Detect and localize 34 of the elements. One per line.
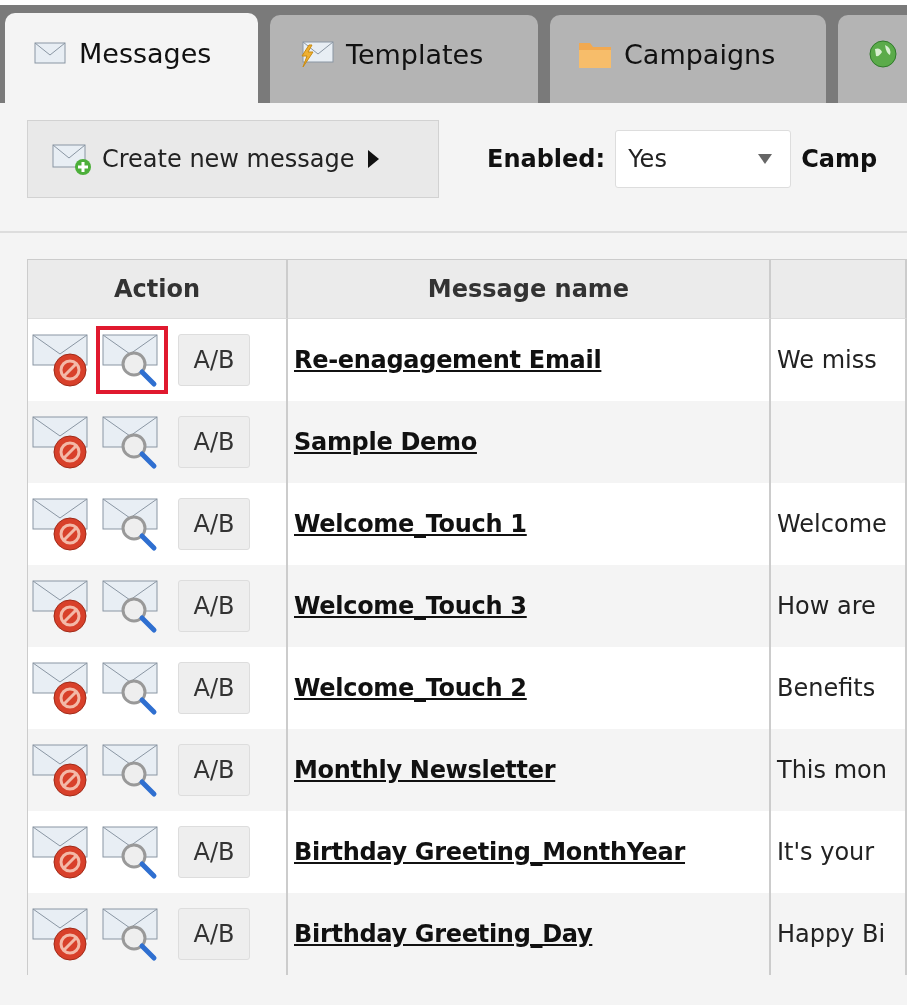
message-name-link[interactable]: Birthday Greeting_MonthYear bbox=[294, 838, 685, 866]
table-cell: This mon bbox=[771, 729, 907, 811]
caret-icon bbox=[368, 150, 380, 168]
envelope-icon bbox=[33, 40, 67, 66]
preview-message-button[interactable] bbox=[96, 326, 168, 394]
tab[interactable]: Templates bbox=[270, 15, 538, 103]
ab-test-button[interactable]: A/B bbox=[178, 826, 250, 878]
ab-test-button[interactable]: A/B bbox=[178, 416, 250, 468]
ab-test-button[interactable]: A/B bbox=[178, 498, 250, 550]
tab[interactable]: Messages bbox=[5, 13, 258, 103]
create-message-button[interactable]: Create new message bbox=[27, 120, 439, 198]
column-header: Message name bbox=[288, 259, 771, 319]
table-cell: How are bbox=[771, 565, 907, 647]
message-name-link[interactable]: Re-enagagement Email bbox=[294, 346, 602, 374]
envelope-plus-icon bbox=[52, 142, 92, 176]
tab[interactable]: Campaigns bbox=[550, 15, 826, 103]
dropdown-arrow-icon bbox=[758, 154, 773, 164]
ab-test-button[interactable]: A/B bbox=[178, 908, 250, 960]
ab-test-button[interactable]: A/B bbox=[178, 334, 250, 386]
globe-icon bbox=[868, 39, 898, 69]
message-name-link[interactable]: Welcome_Touch 1 bbox=[294, 510, 527, 538]
filter-label: Camp bbox=[801, 145, 878, 173]
column-header: Action bbox=[28, 259, 288, 319]
ab-test-button[interactable]: A/B bbox=[178, 744, 250, 796]
ab-test-button[interactable]: A/B bbox=[178, 580, 250, 632]
filter-label: Enabled: bbox=[487, 145, 606, 173]
lightning-envelope-icon bbox=[298, 39, 334, 69]
message-name-link[interactable]: Welcome_Touch 3 bbox=[294, 592, 527, 620]
message-name-link[interactable]: Welcome_Touch 2 bbox=[294, 674, 527, 702]
message-name-link[interactable]: Sample Demo bbox=[294, 428, 477, 456]
table-cell: Happy Bi bbox=[771, 893, 907, 975]
enabled-dropdown[interactable]: Yes bbox=[615, 130, 792, 188]
message-name-link[interactable]: Monthly Newsletter bbox=[294, 756, 556, 784]
ab-test-button[interactable]: A/B bbox=[178, 662, 250, 714]
